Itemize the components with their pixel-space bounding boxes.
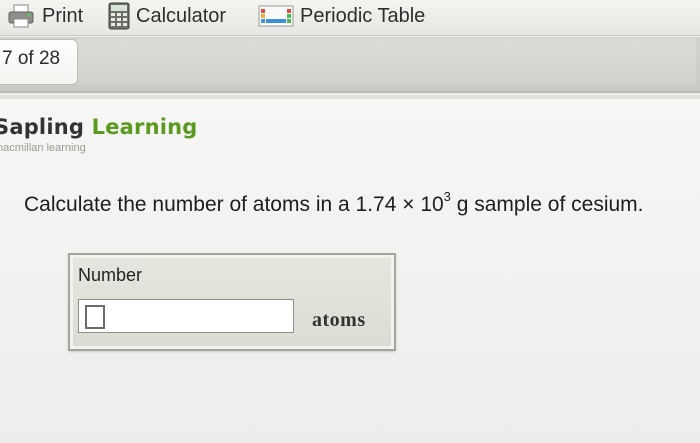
divider [0, 95, 700, 99]
answer-unit: atoms [312, 309, 366, 331]
brand-logo: Sapling Learning macmillan learning [0, 115, 198, 154]
periodic-table-label: Periodic Table [300, 4, 426, 27]
tab-question-counter[interactable]: 7 of 28 [0, 39, 78, 85]
answer-label: Number [78, 265, 143, 285]
calculator-label: Calculator [136, 4, 227, 27]
question-text-after: g sample of cesium. [450, 193, 644, 216]
print-button[interactable]: Print [6, 2, 83, 30]
toolbar: Print Calculator Periodic Table [0, 0, 700, 36]
question-text-before: Calculate the number of atoms in a 1.74 … [24, 193, 444, 216]
question-exponent: 3 [443, 189, 451, 204]
calculator-icon [108, 2, 130, 30]
question-text: Calculate the number of atoms in a 1.74 … [24, 189, 644, 217]
question-tab-bar: 7 of 28 [0, 37, 700, 93]
tab-strip-background [76, 39, 696, 85]
periodic-table-button[interactable]: Periodic Table [258, 2, 425, 30]
question-counter: 7 of 28 [2, 48, 61, 69]
question-content: Sapling Learning macmillan learning Calc… [0, 95, 700, 443]
answer-box: Number atoms [68, 253, 396, 351]
print-label: Print [42, 4, 84, 27]
brand-name-second: Learning [91, 115, 198, 139]
input-cursor-box [85, 305, 105, 329]
periodic-table-icon [258, 5, 294, 27]
brand-name-first: Sapling [0, 115, 85, 139]
printer-icon [8, 4, 34, 28]
answer-input[interactable] [78, 299, 294, 333]
calculator-button[interactable]: Calculator [108, 2, 226, 30]
brand-subtitle: macmillan learning [0, 142, 86, 154]
brand-name: Sapling Learning [0, 115, 198, 139]
